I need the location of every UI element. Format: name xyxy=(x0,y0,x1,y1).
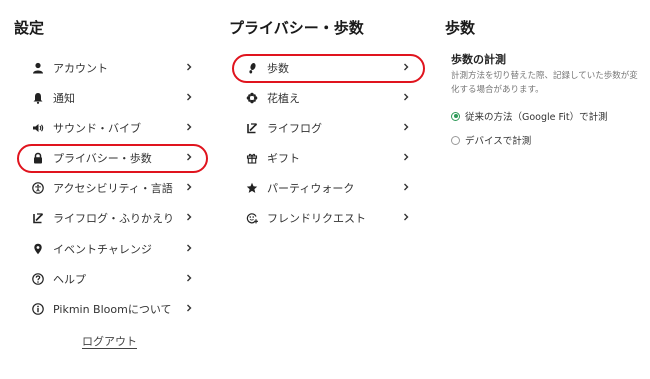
settings-item-sound[interactable]: サウンド・バイブ xyxy=(31,116,195,140)
settings-item-label: ヘルプ xyxy=(53,273,86,286)
chevron-right-icon xyxy=(185,123,195,133)
radio-unselected-icon[interactable] xyxy=(451,135,460,145)
settings-item-label: 通知 xyxy=(53,92,75,105)
settings-item-accessibility[interactable]: アクセシビリティ・言語 xyxy=(31,176,195,200)
speaker-icon xyxy=(31,121,45,135)
pin-icon xyxy=(31,242,45,256)
chevron-right-icon xyxy=(185,304,195,314)
privacy-title: プライバシー・歩数 xyxy=(229,19,364,37)
chevron-right-icon xyxy=(402,183,412,193)
privacy-item-lifelog[interactable]: ライフログ xyxy=(245,116,412,140)
settings-item-label: ライフログ・ふりかえり xyxy=(53,212,174,225)
chevron-right-icon xyxy=(185,213,195,223)
radio-selected-icon[interactable] xyxy=(451,111,460,121)
step-measurement-description: 計測方法を切り替えた際、記録していた歩数が変化する場合があります。 xyxy=(451,71,638,95)
settings-item-label: Pikmin Bloomについて xyxy=(53,303,172,316)
flower-icon xyxy=(245,91,259,105)
chevron-right-icon xyxy=(185,244,195,254)
chevron-right-icon xyxy=(402,63,412,73)
settings-title: 設定 xyxy=(14,19,45,37)
chevron-right-icon xyxy=(185,63,195,73)
privacy-item-label: フレンドリクエスト xyxy=(267,212,366,225)
steps-title: 歩数 xyxy=(445,19,476,37)
privacy-item-label: 歩数 xyxy=(267,62,289,75)
chevron-right-icon xyxy=(402,123,412,133)
star-icon xyxy=(245,181,259,195)
privacy-item-label: 花植え xyxy=(267,92,300,105)
settings-item-help[interactable]: ヘルプ xyxy=(31,267,195,291)
option-device[interactable]: デバイスで計測 xyxy=(451,133,531,147)
settings-item-notifications[interactable]: 通知 xyxy=(31,86,195,110)
help-icon xyxy=(31,272,45,286)
privacy-item-label: パーティウォーク xyxy=(267,182,355,195)
logout-link[interactable]: ログアウト xyxy=(82,333,137,349)
privacy-item-label: ライフログ xyxy=(267,122,322,135)
option-google-fit[interactable]: 従来の方法（Google Fit）で計測 xyxy=(451,109,608,123)
settings-item-label: アカウント xyxy=(53,62,108,75)
chevron-right-icon xyxy=(402,153,412,163)
gift-icon xyxy=(245,151,259,165)
lifelog-icon xyxy=(31,211,45,225)
settings-item-label: アクセシビリティ・言語 xyxy=(53,182,173,195)
chevron-right-icon xyxy=(402,213,412,223)
chevron-right-icon xyxy=(185,183,195,193)
settings-item-label: プライバシー・歩数 xyxy=(53,152,152,165)
privacy-item-steps[interactable]: 歩数 xyxy=(245,56,412,80)
privacy-item-flower-planting[interactable]: 花植え xyxy=(245,86,412,110)
settings-item-event-challenge[interactable]: イベントチャレンジ xyxy=(31,237,195,261)
bell-icon xyxy=(31,91,45,105)
settings-item-about[interactable]: Pikmin Bloomについて xyxy=(31,297,195,321)
privacy-item-party-walk[interactable]: パーティウォーク xyxy=(245,176,412,200)
person-icon xyxy=(31,61,45,75)
settings-item-lifelog[interactable]: ライフログ・ふりかえり xyxy=(31,206,195,230)
lifelog-icon xyxy=(245,121,259,135)
chevron-right-icon xyxy=(185,274,195,284)
chevron-right-icon xyxy=(402,93,412,103)
privacy-item-label: ギフト xyxy=(267,152,300,165)
privacy-item-gift[interactable]: ギフト xyxy=(245,146,412,170)
info-icon xyxy=(31,302,45,316)
privacy-item-friend-request[interactable]: フレンドリクエスト xyxy=(245,206,412,230)
settings-item-account[interactable]: アカウント xyxy=(31,56,195,80)
lock-icon xyxy=(31,151,45,165)
accessibility-icon xyxy=(31,181,45,195)
friend-add-icon xyxy=(245,211,259,225)
settings-item-label: イベントチャレンジ xyxy=(53,243,152,256)
option-label: デバイスで計測 xyxy=(465,136,532,147)
footprint-icon xyxy=(245,61,259,75)
step-measurement-heading: 歩数の計測 xyxy=(451,53,506,66)
settings-item-label: サウンド・バイブ xyxy=(53,122,141,135)
option-label: 従来の方法（Google Fit）で計測 xyxy=(465,112,608,123)
settings-item-privacy[interactable]: プライバシー・歩数 xyxy=(31,146,195,170)
chevron-right-icon xyxy=(185,93,195,103)
chevron-right-icon xyxy=(185,153,195,163)
